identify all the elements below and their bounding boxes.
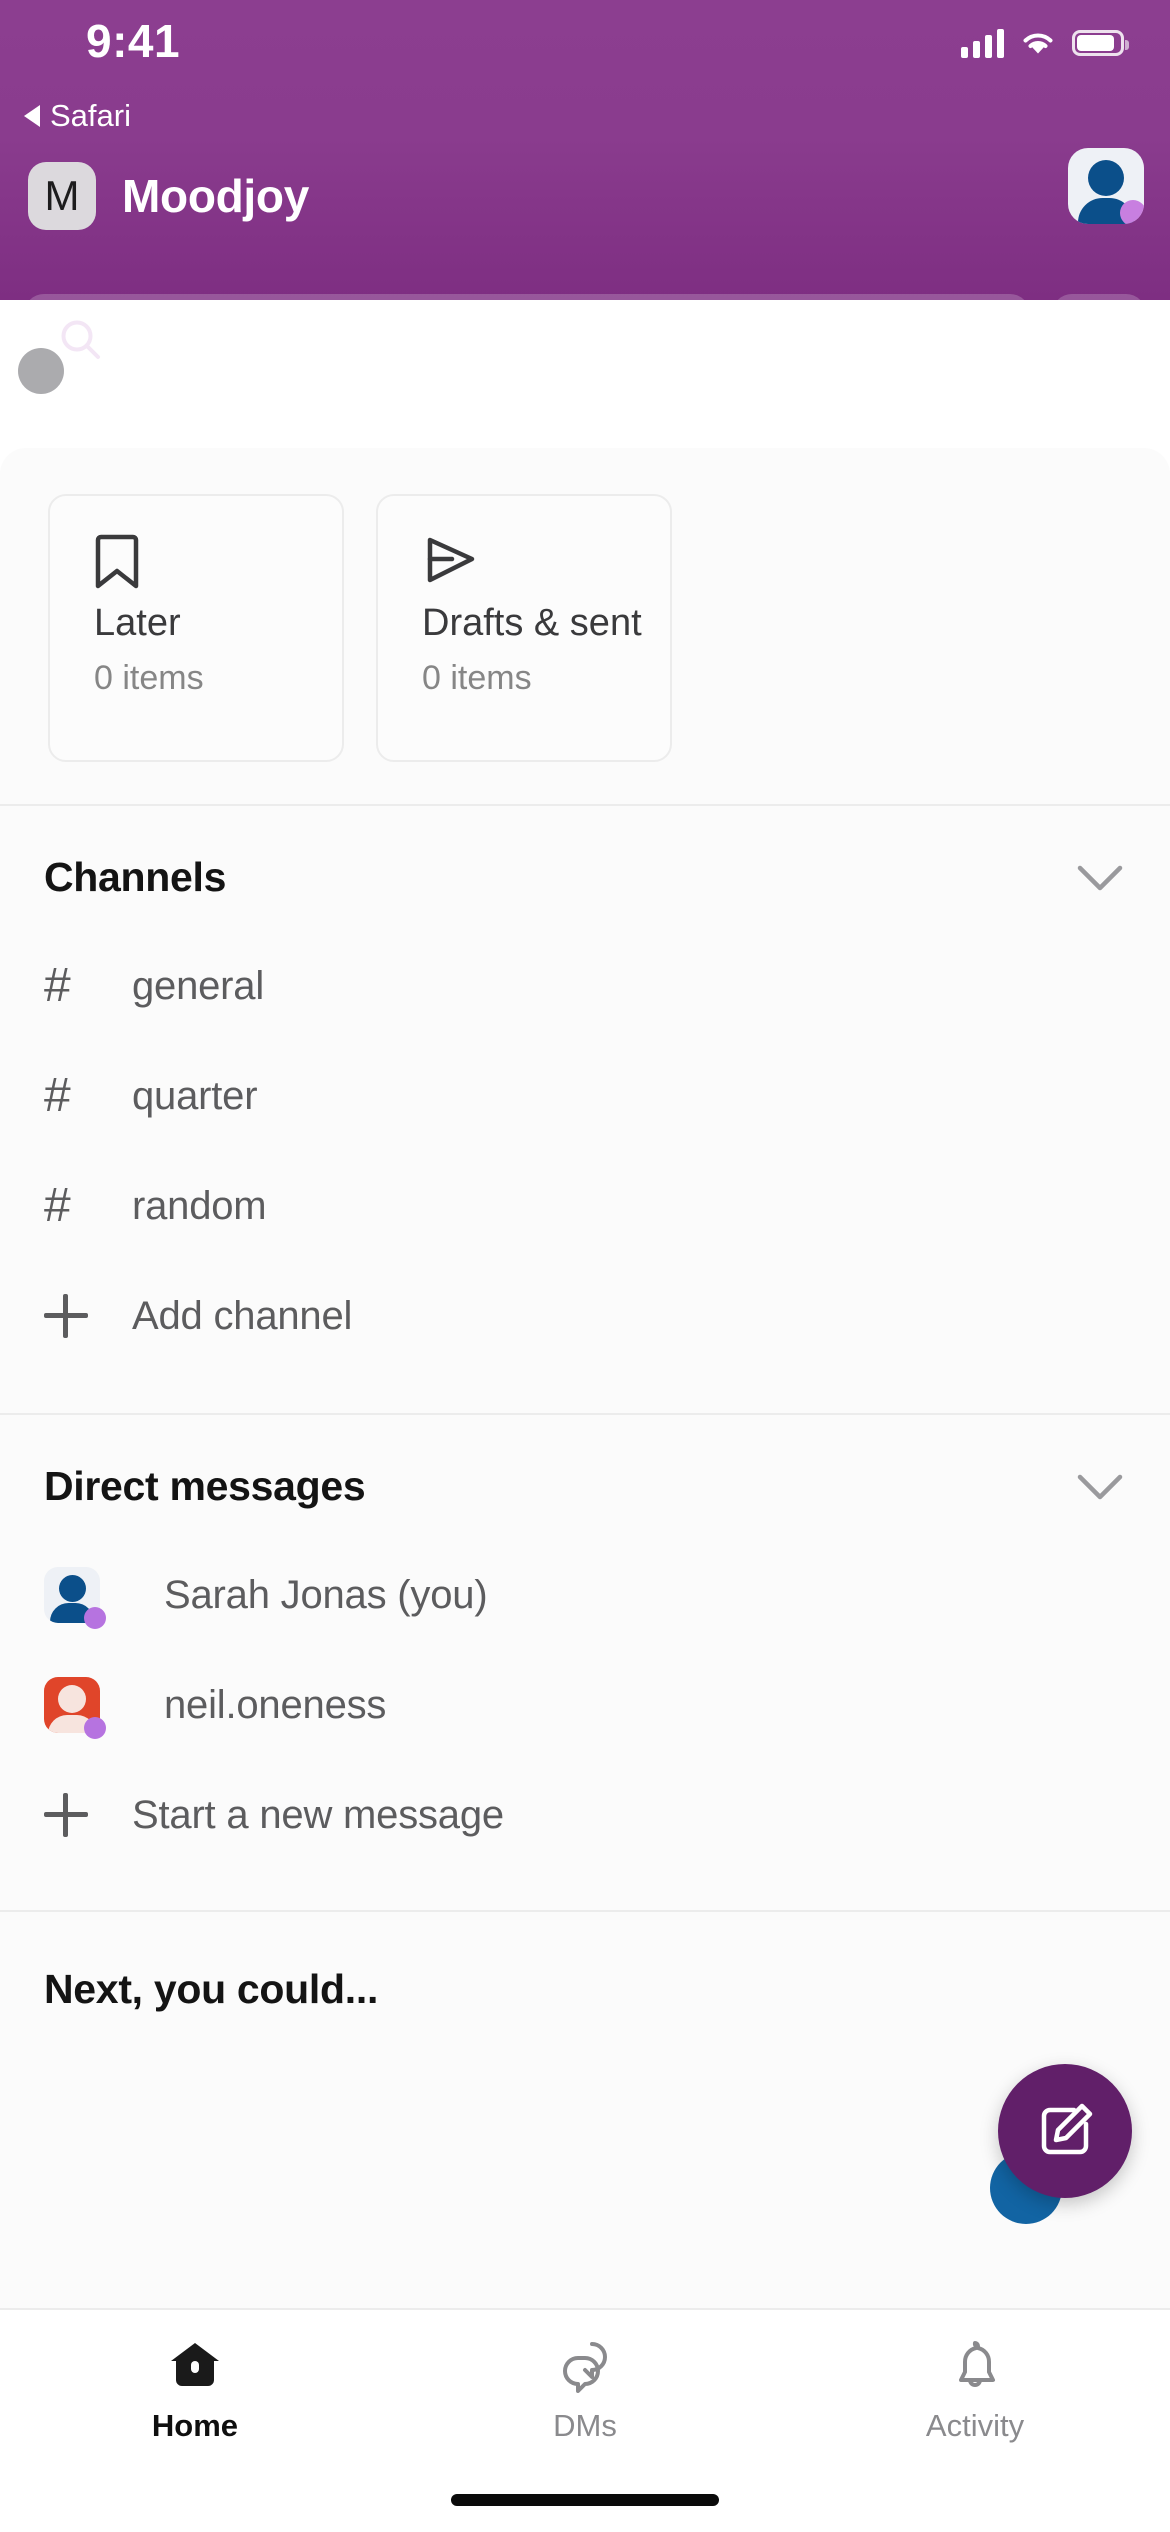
back-app-label: Safari — [50, 98, 131, 133]
hash-icon: # — [44, 959, 71, 1012]
tab-dms[interactable]: DMs — [390, 2336, 780, 2444]
paper-plane-icon — [422, 532, 670, 598]
start-new-message-button[interactable]: Start a new message — [0, 1760, 1170, 1870]
sidebar-item-general[interactable]: # general — [0, 931, 1170, 1041]
filter-button[interactable] — [1052, 294, 1146, 386]
search-row: Jump to or search... — [24, 294, 1146, 386]
home-content-panel: Later 0 items Drafts & sent 0 items Chan… — [0, 448, 1170, 2308]
compose-pencil-icon — [1041, 2103, 1093, 2155]
status-bar-indicators — [961, 28, 1129, 58]
next-section-title: Next, you could... — [44, 1966, 379, 2012]
battery-icon — [1072, 30, 1129, 56]
dm-item-sarah-jonas[interactable]: Sarah Jonas (you) — [0, 1540, 1170, 1650]
presence-badge — [84, 1717, 106, 1739]
app-header: 9:41 Safari M Moodjoy Jump to or search.… — [0, 0, 1170, 386]
drafts-card[interactable]: Drafts & sent 0 items — [376, 494, 672, 762]
avatar-neil — [44, 1677, 106, 1739]
avatar-sarah — [44, 1567, 106, 1629]
bell-icon — [959, 2341, 995, 2387]
dm-title: Direct messages — [44, 1463, 366, 1509]
back-to-safari-button[interactable]: Safari — [24, 98, 131, 134]
channel-label: quarter — [132, 1073, 258, 1118]
channels-section-header[interactable]: Channels — [0, 806, 1170, 931]
home-indicator — [451, 2494, 719, 2506]
search-icon — [61, 320, 100, 359]
hash-icon: # — [44, 1069, 71, 1122]
plus-icon — [44, 1793, 132, 1837]
bookmark-icon — [94, 532, 342, 598]
chevron-down-icon[interactable] — [1074, 862, 1126, 894]
hash-icon: # — [44, 1179, 71, 1232]
add-channel-button[interactable]: Add channel — [0, 1261, 1170, 1371]
channel-label: general — [132, 963, 265, 1008]
workspace-row[interactable]: M Moodjoy — [28, 156, 1142, 236]
dm-item-neil-oneness[interactable]: neil.oneness — [0, 1650, 1170, 1760]
start-new-message-label: Start a new message — [132, 1792, 504, 1837]
bottom-tab-bar: Home DMs Activity — [0, 2308, 1170, 2532]
home-icon — [171, 2343, 219, 2386]
dm-label: neil.oneness — [164, 1682, 387, 1727]
tab-home-label: Home — [151, 2408, 239, 2443]
filter-icon — [1077, 324, 1121, 356]
chevron-down-icon[interactable] — [1074, 1471, 1126, 1503]
dm-section-header[interactable]: Direct messages — [0, 1415, 1170, 1540]
tab-dms-label: DMs — [553, 2408, 617, 2443]
add-channel-label: Add channel — [132, 1293, 353, 1338]
workspace-logo[interactable]: M — [28, 162, 96, 230]
status-bar-time: 9:41 — [86, 15, 181, 67]
sidebar-item-quarter[interactable]: # quarter — [0, 1041, 1170, 1151]
dm-label: Sarah Jonas (you) — [164, 1572, 488, 1617]
channels-title: Channels — [44, 854, 227, 900]
drafts-card-title: Drafts & sent — [422, 602, 642, 644]
wifi-icon — [1020, 29, 1056, 57]
avatar-head — [1088, 160, 1124, 196]
channel-label: random — [132, 1183, 267, 1228]
sidebar-item-random[interactable]: # random — [0, 1151, 1170, 1261]
tab-activity-label: Activity — [925, 2408, 1025, 2443]
cellular-signal-icon — [961, 28, 1004, 58]
tab-home[interactable]: Home — [0, 2336, 390, 2444]
quick-access-cards: Later 0 items Drafts & sent 0 items — [0, 448, 1170, 804]
presence-badge — [84, 1607, 106, 1629]
presence-badge — [1120, 200, 1144, 224]
touch-indicator — [18, 348, 64, 394]
next-suggestions-section: Next, you could... — [0, 1912, 1170, 2013]
later-card-title: Later — [94, 602, 181, 644]
dms-bubbles-icon — [563, 2342, 607, 2393]
workspace-name[interactable]: Moodjoy — [122, 169, 309, 223]
user-avatar[interactable] — [1068, 148, 1144, 224]
ios-status-bar: 9:41 — [0, 0, 1170, 100]
compose-button[interactable] — [998, 2064, 1132, 2198]
plus-icon — [44, 1294, 132, 1338]
search-placeholder: Jump to or search... — [130, 318, 466, 361]
triangle-left-icon — [24, 105, 40, 127]
later-card-subtitle: 0 items — [94, 659, 204, 697]
tab-activity[interactable]: Activity — [780, 2336, 1170, 2444]
later-card[interactable]: Later 0 items — [48, 494, 344, 762]
search-input[interactable]: Jump to or search... — [24, 294, 1030, 386]
drafts-card-subtitle: 0 items — [422, 659, 532, 697]
